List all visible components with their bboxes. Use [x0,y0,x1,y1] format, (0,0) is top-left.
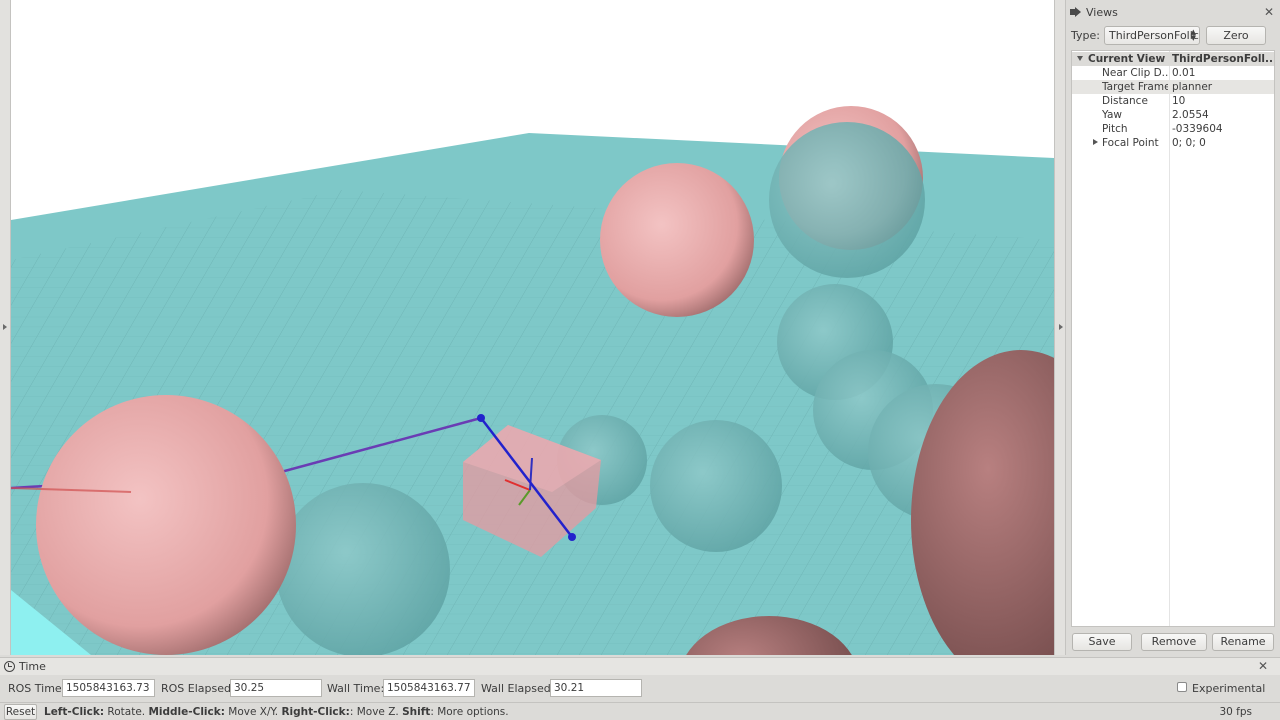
property-value[interactable]: -0339604 [1172,122,1272,136]
view-type-value: ThirdPersonFollc [1108,28,1199,42]
view-properties-tree[interactable]: Current View ThirdPersonFoll... Near Cli… [1071,50,1275,627]
zero-button[interactable]: Zero [1205,25,1266,45]
rviz-window: Views ✕ Type: ThirdPersonFollc ▲ ▼ Zero C… [0,0,1280,720]
ros-time-field[interactable]: 1505843163.73 [62,679,155,697]
obstacle-sphere-pink-2 [600,163,754,317]
current-view-value: ThirdPersonFoll... [1172,53,1272,65]
expand-right-icon[interactable] [1093,139,1098,145]
status-bar: Reset Left-Click: Rotate. Middle-Click: … [0,702,1280,720]
camera-icon [1070,7,1082,17]
view-type-select[interactable]: ThirdPersonFollc ▲ ▼ [1103,25,1200,45]
rename-button[interactable]: Rename [1212,633,1274,651]
help-desc: : More options. [430,706,509,718]
obstacle-sphere-pink-large [36,395,296,655]
collapse-right-icon[interactable] [1059,324,1063,330]
help-key: Middle-Click: [148,706,225,718]
remove-button[interactable]: Remove [1141,633,1207,651]
type-label: Type: [1071,28,1100,42]
obstacle-sphere-teal-5 [650,420,782,552]
ros-time-label: ROS Time: [8,682,66,695]
property-row-target-frame[interactable]: Target Frame planner [1072,80,1274,94]
right-panel-splitter[interactable] [1054,0,1066,655]
property-row-pitch[interactable]: Pitch -0339604 [1072,122,1274,136]
view-type-row: Type: ThirdPersonFollc ▲ ▼ Zero [1071,25,1276,45]
property-key: Target Frame [1102,81,1168,93]
property-key: Distance [1102,95,1148,107]
obstacle-sphere-teal-1 [769,122,925,278]
fps-counter: 30 fps [1219,706,1252,718]
experimental-checkbox[interactable] [1177,682,1187,692]
help-desc: Move X/Y. [224,706,282,718]
property-key: Pitch [1102,123,1128,135]
current-view-key: Current View [1088,53,1166,65]
property-key: Near Clip D... [1102,67,1168,79]
property-key: Focal Point [1102,137,1159,149]
time-panel-header: Time ✕ [0,657,1280,675]
help-desc: : Move Z. [349,706,403,718]
wall-elapsed-field[interactable]: 30.21 [550,679,642,697]
reset-button[interactable]: Reset [4,704,37,720]
ros-elapsed-field[interactable]: 30.25 [230,679,322,697]
property-row-near-clip[interactable]: Near Clip D... 0.01 [1072,66,1274,80]
property-value[interactable]: 2.0554 [1172,108,1272,122]
property-value[interactable]: 0; 0; 0 [1172,136,1272,150]
property-row-focal-point[interactable]: Focal Point 0; 0; 0 [1072,136,1274,150]
views-button-row: Save Remove Rename [1071,633,1276,651]
wall-time-label: Wall Time: [327,682,385,695]
time-panel-title: Time [19,660,46,673]
spinner-arrows-icon: ▲ ▼ [1190,27,1196,42]
clock-icon [4,661,15,672]
wall-time-field[interactable]: 1505843163.77 [383,679,475,697]
current-view-row[interactable]: Current View ThirdPersonFoll... [1072,52,1274,66]
property-key: Yaw [1102,109,1122,121]
views-panel: Views ✕ Type: ThirdPersonFollc ▲ ▼ Zero C… [1066,0,1280,655]
scene-render[interactable] [11,0,1054,655]
help-key: Left-Click: [44,706,105,718]
save-button[interactable]: Save [1072,633,1132,651]
ros-elapsed-label: ROS Elapsed: [161,682,235,695]
property-value[interactable]: planner [1172,80,1272,94]
help-key: Right-Click: [281,706,350,718]
help-key: Shift [402,706,431,718]
3d-viewport[interactable] [11,0,1054,655]
wall-elapsed-label: Wall Elapsed: [481,682,555,695]
help-desc: Rotate. [104,706,149,718]
property-value[interactable]: 0.01 [1172,66,1272,80]
views-title-text: Views [1086,5,1118,19]
close-icon[interactable]: ✕ [1258,659,1268,673]
mouse-help-text: Left-Click: Rotate. Middle-Click: Move X… [44,706,509,718]
expand-down-icon[interactable] [1077,56,1083,61]
obstacle-sphere-teal-7 [276,483,450,655]
property-value[interactable]: 10 [1172,94,1272,108]
property-row-yaw[interactable]: Yaw 2.0554 [1072,108,1274,122]
time-panel: ROS Time: 1505843163.73 ROS Elapsed: 30.… [0,676,1280,700]
views-panel-title: Views [1070,4,1276,20]
expand-left-icon[interactable] [3,324,7,330]
left-panel-splitter[interactable] [0,0,11,655]
property-row-distance[interactable]: Distance 10 [1072,94,1274,108]
experimental-label[interactable]: Experimental [1192,682,1265,695]
close-icon[interactable]: ✕ [1264,5,1274,19]
